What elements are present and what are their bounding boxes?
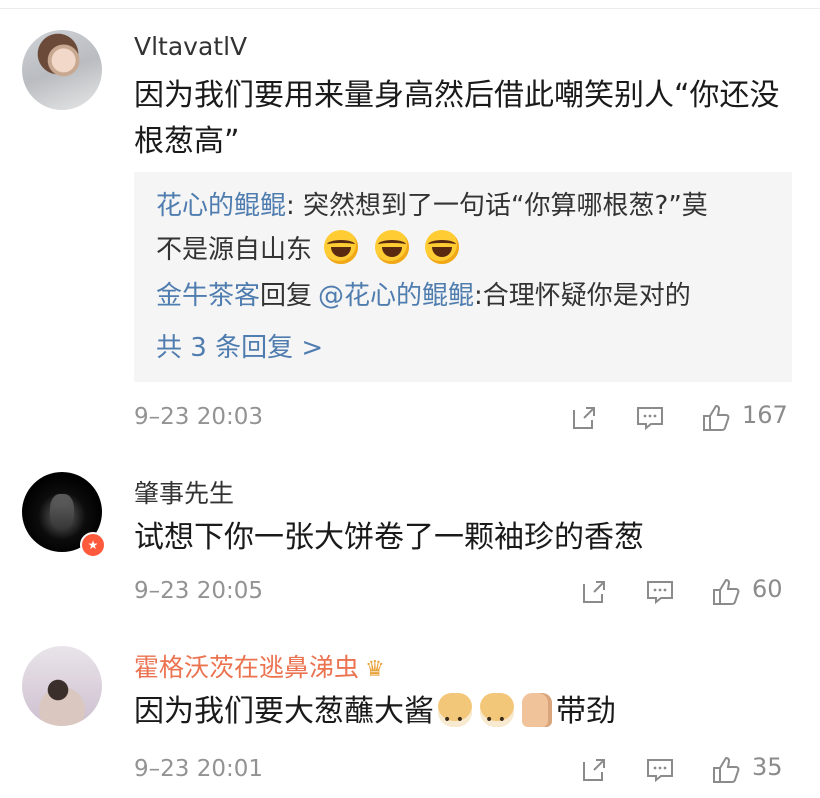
thumbs-up-icon xyxy=(713,756,740,783)
laughing-emoji-icon xyxy=(324,230,359,264)
reply-text: 突然想到了一句话“你算哪根葱?”莫 xyxy=(303,191,708,221)
avatar[interactable] xyxy=(22,646,102,726)
crown-icon: ♛ xyxy=(365,656,385,682)
comment-text: 因为我们要大葱蘸大酱带劲 xyxy=(134,689,804,743)
reply-box[interactable]: 花心的鲲鲲: 突然想到了一句话“你算哪根葱?”莫 不是源自山东 金牛茶客回复 @花… xyxy=(134,172,792,382)
comment-timestamp: 9–23 20:05 xyxy=(134,578,263,604)
reply-line-continued: 不是源自山东 xyxy=(156,228,463,272)
laughing-emoji-icon xyxy=(374,230,409,264)
thumbs-up-icon xyxy=(713,578,740,605)
share-icon xyxy=(583,759,605,781)
like-count: 167 xyxy=(742,401,788,429)
reply-author[interactable]: 花心的鲲鲲 xyxy=(156,191,286,221)
reply-line: 金牛茶客回复 @花心的鲲鲲:合理怀疑你是对的 xyxy=(156,281,691,311)
thumbs-up-icon xyxy=(703,404,730,431)
share-icon xyxy=(583,581,605,603)
like-count: 35 xyxy=(752,753,783,781)
comment-username[interactable]: 霍格沃茨在逃鼻涕虫 ♛ xyxy=(134,648,385,684)
doge-emoji-icon xyxy=(480,693,514,743)
comment-username[interactable]: 肇事先生 xyxy=(134,474,234,510)
comment-actions: 60 xyxy=(580,575,790,610)
verified-badge-icon: ★ xyxy=(80,532,106,558)
comment-text: 试想下你一张大饼卷了一颗袖珍的香葱 xyxy=(134,520,644,555)
reply-author[interactable]: 金牛茶客 xyxy=(156,281,260,311)
avatar[interactable] xyxy=(22,30,102,110)
share-icon xyxy=(573,407,595,429)
comment-actions: 35 xyxy=(580,753,790,788)
more-replies-link[interactable]: 共 3 条回复 > xyxy=(156,326,323,370)
comment-timestamp: 9–23 20:03 xyxy=(134,404,263,430)
doge-emoji-icon xyxy=(438,693,472,743)
comment-text: 因为我们要用来量身高然后借此嘲笑别人“你还没根葱高” xyxy=(134,78,780,159)
comment-actions: 167 xyxy=(570,401,790,436)
reply-text: 不是源自山东 xyxy=(156,235,313,265)
reply-mention[interactable]: @花心的鲲鲲 xyxy=(318,281,474,311)
reply-line: 花心的鲲鲲: 突然想到了一句话“你算哪根葱?”莫 xyxy=(156,191,708,221)
comment-icon xyxy=(637,407,663,431)
laughing-emoji-icon xyxy=(424,230,459,264)
top-divider xyxy=(0,8,820,9)
comment-username[interactable]: VltavatlV xyxy=(134,32,247,61)
thumbs-up-emoji-icon xyxy=(522,693,552,727)
comment-icon xyxy=(647,581,673,605)
reply-text: :合理怀疑你是对的 xyxy=(474,281,691,311)
comment-icon xyxy=(647,759,673,783)
comment-timestamp: 9–23 20:01 xyxy=(134,756,263,782)
like-count: 60 xyxy=(752,575,783,603)
